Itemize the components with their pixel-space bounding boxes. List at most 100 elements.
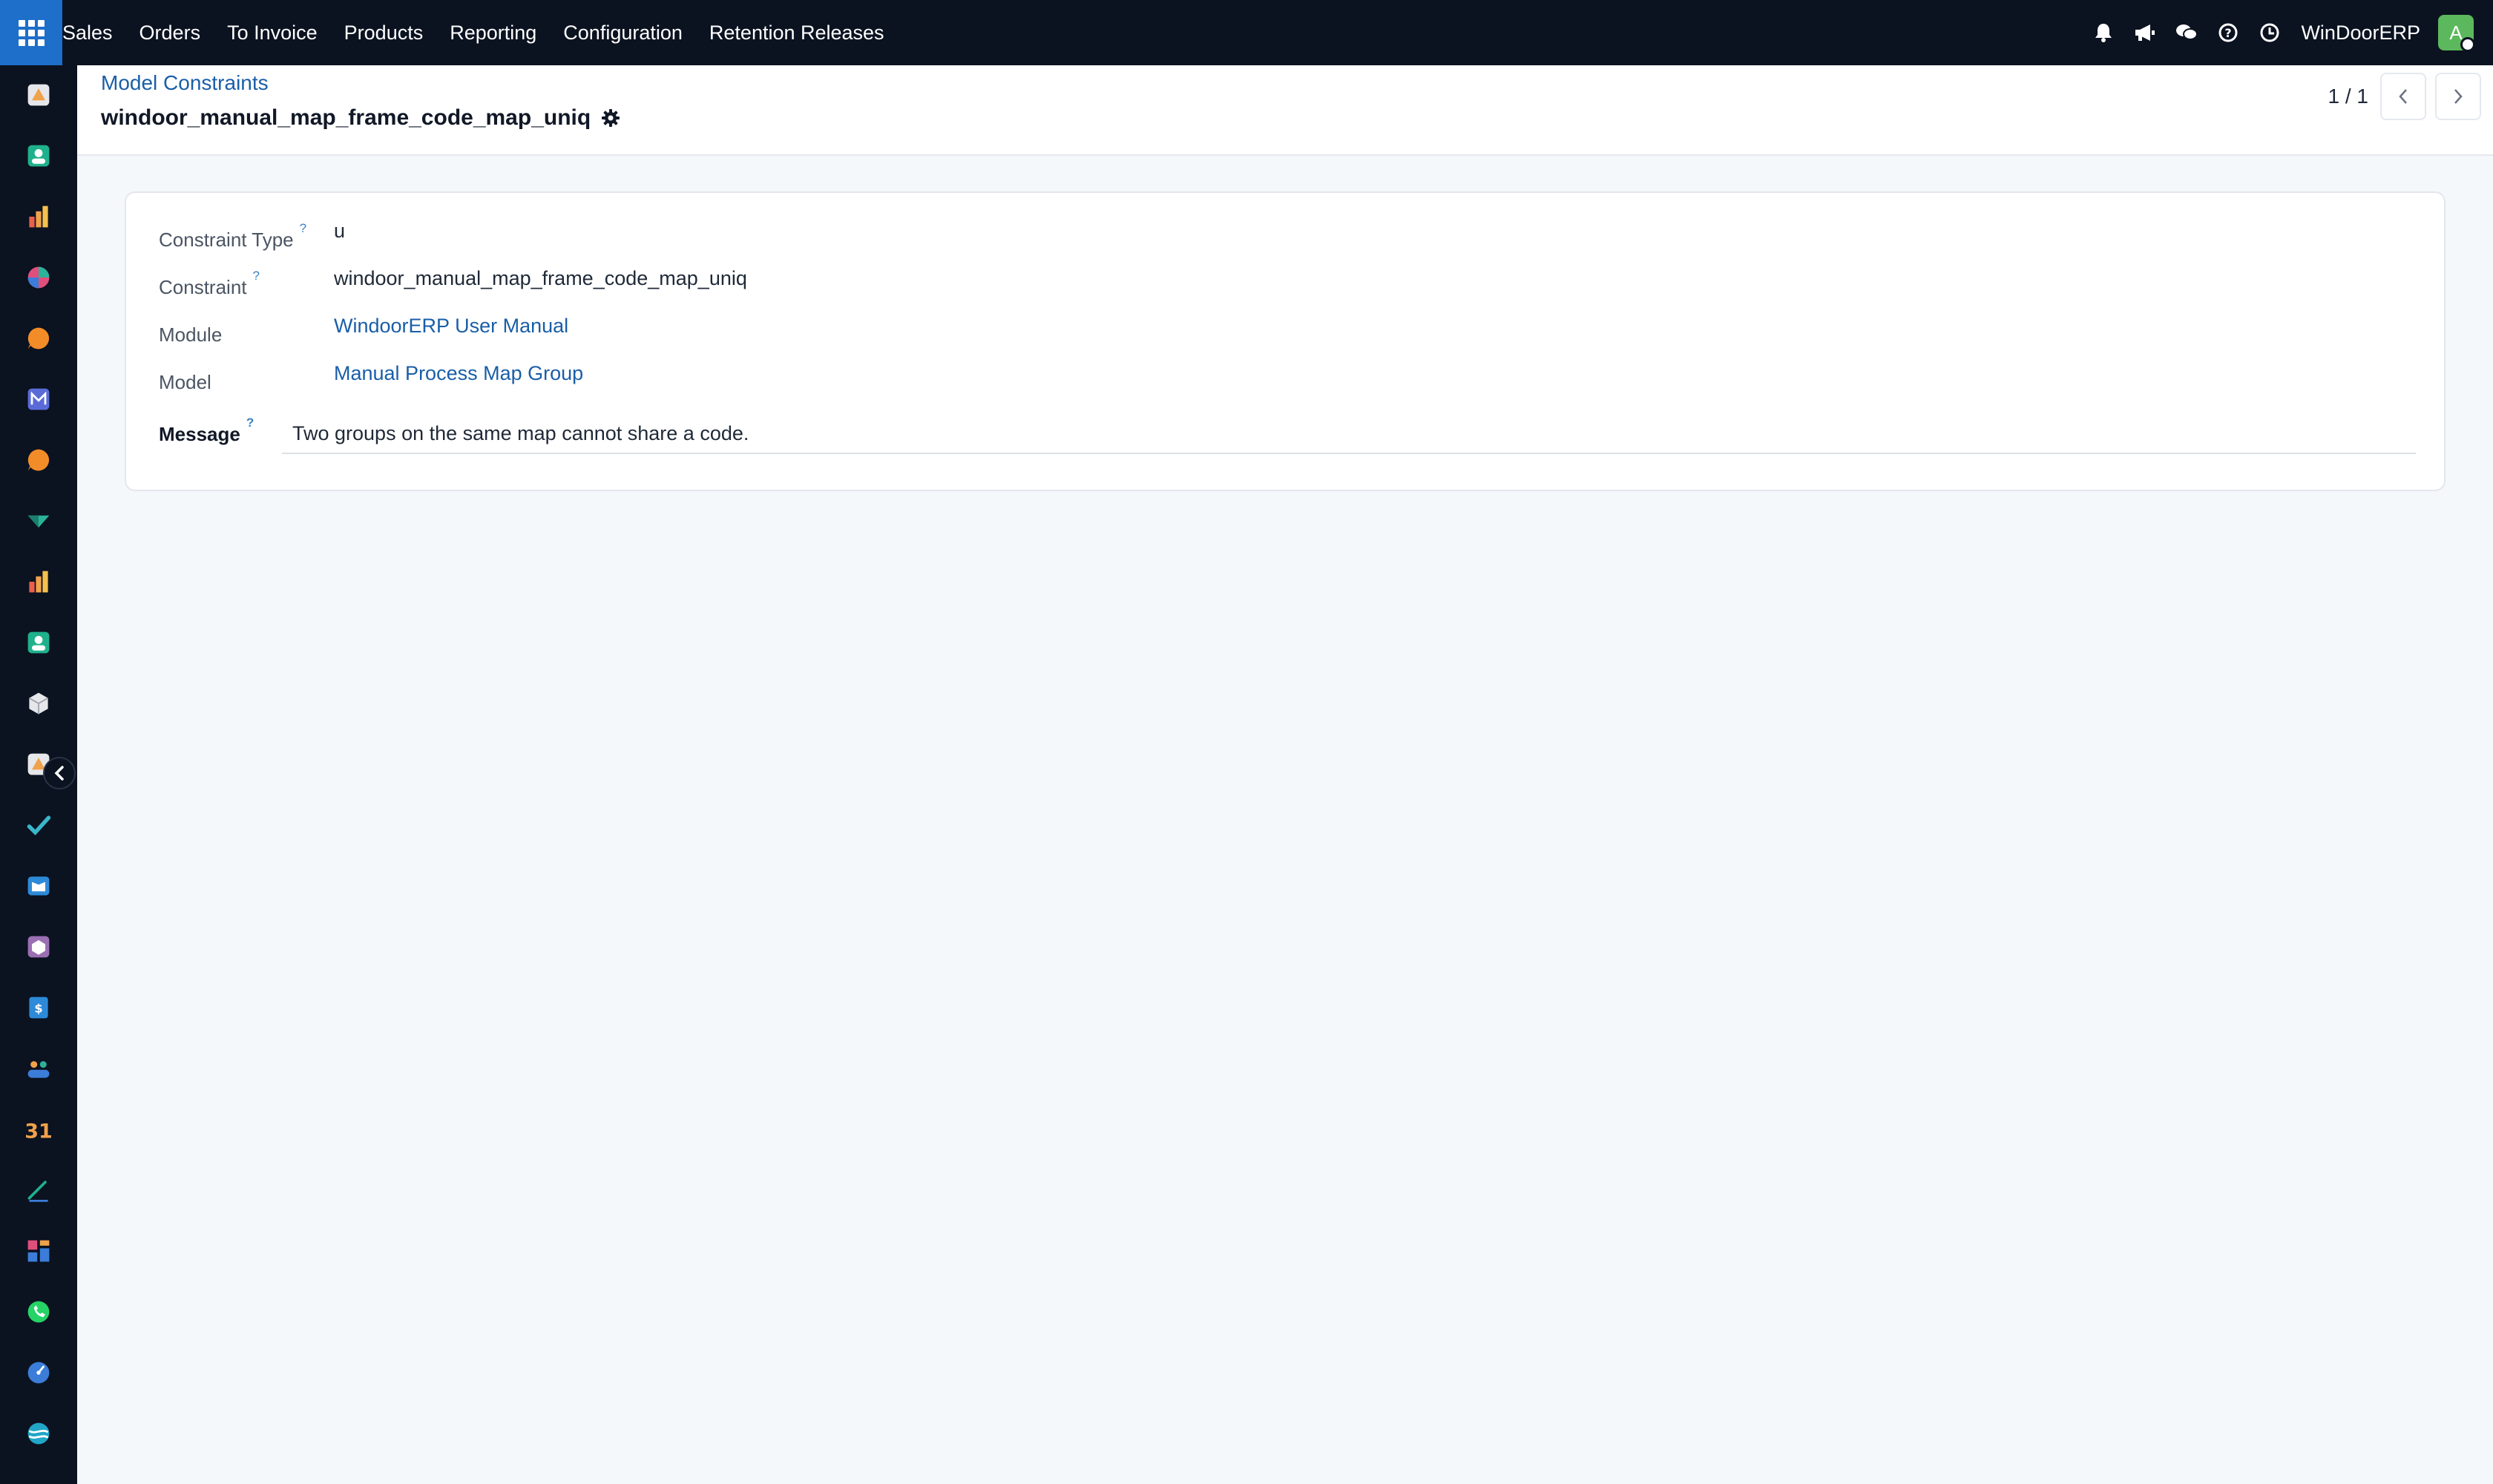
field-label: Constraint?	[159, 269, 334, 299]
grid-icon	[18, 19, 45, 46]
inventory-icon	[27, 936, 50, 958]
sidebar-app-item[interactable]	[24, 932, 53, 962]
contacts-icon	[27, 631, 50, 654]
help-tooltip-icon[interactable]: ?	[246, 416, 254, 430]
svg-text:?: ?	[2225, 26, 2232, 40]
field-label: Module	[159, 324, 334, 347]
menu-products[interactable]: Products	[331, 0, 437, 65]
invoice-icon: $	[29, 997, 48, 1019]
bar-chart-icon	[29, 206, 48, 228]
user-avatar[interactable]: A	[2438, 15, 2475, 52]
module-link[interactable]: WindoorERP User Manual	[334, 315, 568, 338]
clock-icon[interactable]	[2249, 0, 2290, 65]
pager-previous-button[interactable]	[2380, 73, 2426, 120]
record-title-row: windoor_manual_map_frame_code_map_uniq	[101, 105, 620, 131]
company-name[interactable]: WinDoorERP	[2301, 22, 2420, 45]
sidebar-app-item[interactable]	[24, 445, 53, 475]
field-label-text: Module	[159, 324, 223, 346]
sidebar-app-item[interactable]	[24, 1297, 53, 1327]
collapse-sidebar-button[interactable]	[43, 757, 76, 789]
main-menu: Sales Orders To Invoice Products Reporti…	[62, 0, 898, 65]
menu-retention-releases[interactable]: Retention Releases	[696, 0, 898, 65]
help-tooltip-icon[interactable]: ?	[300, 221, 306, 236]
svg-text:$: $	[34, 1001, 42, 1015]
menu-reporting[interactable]: Reporting	[436, 0, 550, 65]
sidebar-app-item[interactable]	[24, 567, 53, 597]
field-row-model: Model Manual Process Map Group	[159, 362, 583, 394]
app-switcher-button[interactable]	[0, 0, 62, 65]
website-icon	[27, 1422, 50, 1445]
pager-next-button[interactable]	[2435, 73, 2481, 120]
pager: 1 / 1	[2328, 73, 2481, 120]
sidebar-app-item[interactable]	[24, 506, 53, 536]
sidebar-app-item[interactable]	[24, 810, 53, 840]
chevron-left-icon	[54, 766, 64, 781]
form-sheet: Constraint Type? u Constraint? windoor_m…	[125, 191, 2446, 491]
menu-configuration[interactable]: Configuration	[550, 0, 696, 65]
chat-bubble-icon	[27, 327, 50, 349]
sidebar-app-item[interactable]	[24, 1175, 53, 1205]
breadcrumb-model-constraints[interactable]: Model Constraints	[101, 71, 269, 95]
field-row-constraint: Constraint? windoor_manual_map_frame_cod…	[159, 267, 747, 299]
sidebar-app-item[interactable]	[24, 628, 53, 657]
sidebar-app-item[interactable]	[24, 1054, 53, 1083]
field-row-constraint-type: Constraint Type? u	[159, 220, 345, 252]
sidebar-app-item[interactable]	[24, 80, 53, 110]
field-label-text: Constraint Type	[159, 229, 294, 251]
sidebar-app-item[interactable]: $	[24, 993, 53, 1022]
book-icon	[27, 876, 50, 896]
help-icon[interactable]: ?	[2207, 0, 2249, 65]
svg-text:31: 31	[25, 1120, 52, 1143]
menu-orders[interactable]: Orders	[126, 0, 214, 65]
chevron-right-icon	[2454, 89, 2463, 104]
chat-icon[interactable]	[2166, 0, 2207, 65]
field-label: Constraint Type?	[159, 221, 334, 252]
chevron-left-icon	[2399, 89, 2407, 104]
sidebar-app-item[interactable]	[24, 263, 53, 292]
megaphone-icon[interactable]	[2124, 0, 2166, 65]
bar-chart-icon	[29, 571, 48, 593]
sidebar-app-item[interactable]	[24, 202, 53, 232]
sidebar-app-item[interactable]: 31	[24, 1114, 53, 1144]
puzzle-icon	[27, 84, 50, 106]
sidebar-app-item[interactable]	[24, 871, 53, 901]
field-row-module: Module WindoorERP User Manual	[159, 315, 568, 347]
systray: ? WinDoorERP A	[2083, 0, 2493, 65]
mail-icon	[27, 388, 50, 410]
menu-to-invoice[interactable]: To Invoice	[214, 0, 331, 65]
employees-icon	[27, 1061, 50, 1078]
field-row-message: Message? Two groups on the same map cann…	[159, 414, 2416, 454]
checkmark-icon	[27, 815, 51, 835]
discuss-icon	[27, 1362, 50, 1384]
message-field[interactable]: Two groups on the same map cannot share …	[282, 414, 2416, 454]
sidebar-app-item[interactable]	[24, 689, 53, 718]
gear-icon[interactable]	[601, 108, 620, 128]
bell-icon[interactable]	[2083, 0, 2124, 65]
top-navbar: Sales Orders To Invoice Products Reporti…	[0, 0, 2493, 65]
dashboard-icon	[27, 1240, 50, 1262]
constraint-name-value: windoor_manual_map_frame_code_map_uniq	[334, 267, 747, 289]
chat-bubble-icon	[27, 449, 50, 471]
sidebar-app-item[interactable]	[24, 1236, 53, 1266]
field-label-text: Message	[159, 422, 240, 445]
check-ribbon-icon	[27, 515, 50, 528]
page-title: windoor_manual_map_frame_code_map_uniq	[101, 105, 591, 130]
calendar-icon: 31	[25, 1120, 52, 1143]
sidebar-app-item[interactable]	[24, 141, 53, 171]
sidebar-app-item[interactable]	[24, 384, 53, 414]
help-tooltip-icon[interactable]: ?	[253, 269, 260, 283]
message-label: Message?	[159, 416, 282, 446]
constraint-type-value: u	[334, 220, 346, 242]
sign-icon	[27, 1181, 48, 1202]
menu-sales[interactable]: Sales	[62, 0, 126, 65]
sidebar-app-item[interactable]	[24, 1419, 53, 1448]
field-label: Model	[159, 371, 334, 394]
pager-value[interactable]: 1 / 1	[2328, 85, 2368, 108]
field-label-text: Model	[159, 371, 211, 393]
presence-status-icon	[2460, 37, 2475, 52]
model-link[interactable]: Manual Process Map Group	[334, 362, 583, 385]
control-panel: Model Constraints windoor_manual_map_fra…	[77, 65, 2493, 156]
whatsapp-icon	[27, 1301, 50, 1323]
sidebar-app-item[interactable]	[24, 1358, 53, 1388]
sidebar-app-item[interactable]	[24, 324, 53, 353]
